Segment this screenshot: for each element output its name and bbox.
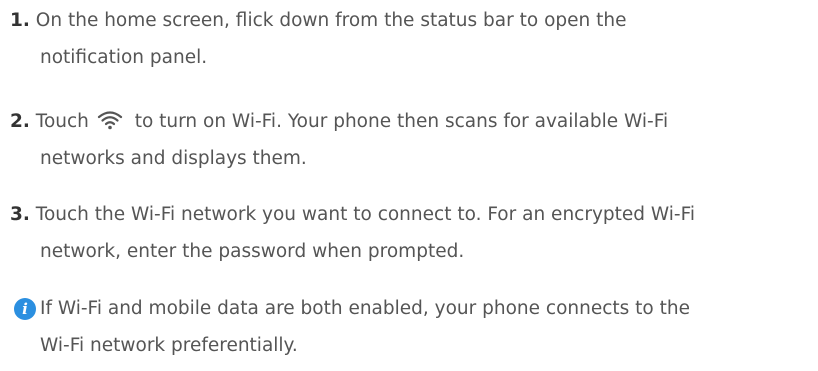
step-text: Touch the Wi-Fi network you want to conn… bbox=[35, 204, 696, 225]
info-note: i If Wi-Fi and mobile data are both enab… bbox=[14, 290, 804, 364]
step-number: 1. bbox=[10, 10, 30, 31]
step-text-continued: networks and displays them. bbox=[40, 148, 307, 169]
step-3: 3. Touch the Wi-Fi network you want to c… bbox=[10, 196, 800, 270]
step-text-continued: network, enter the password when prompte… bbox=[40, 241, 465, 262]
wifi-icon bbox=[97, 111, 122, 130]
step-1: 1. On the home screen, flick down from t… bbox=[10, 2, 800, 76]
info-icon: i bbox=[14, 298, 36, 320]
step-text: On the home screen, flick down from the … bbox=[35, 10, 627, 31]
instruction-document: 1. On the home screen, flick down from t… bbox=[0, 0, 818, 371]
step-text-continued: notification panel. bbox=[40, 47, 208, 68]
step-2: 2. Touch to turn on Wi-Fi. Your phone th… bbox=[10, 103, 800, 177]
step-number: 2. bbox=[10, 111, 30, 132]
step-text: Touch bbox=[35, 111, 89, 132]
note-text-continued: Wi-Fi network preferentially. bbox=[40, 335, 298, 356]
step-number: 3. bbox=[10, 204, 30, 225]
step-text: to turn on Wi-Fi. Your phone then scans … bbox=[134, 111, 669, 132]
note-text: If Wi-Fi and mobile data are both enable… bbox=[40, 298, 690, 319]
